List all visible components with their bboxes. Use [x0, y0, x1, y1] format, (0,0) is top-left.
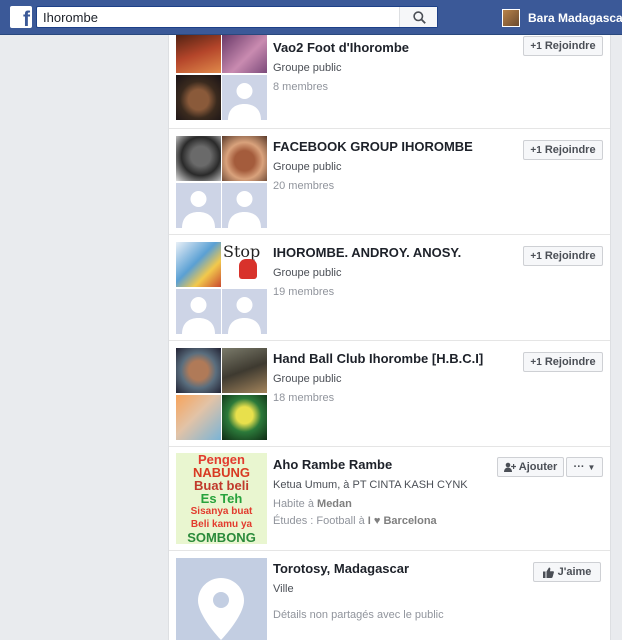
search-button[interactable]: [399, 7, 437, 27]
avatar-placeholder: [222, 183, 267, 228]
user-name: Bara Madagascar: [528, 11, 622, 25]
join-icon: +1: [530, 356, 542, 368]
join-button[interactable]: +1 Rejoindre: [523, 140, 603, 160]
member-photo: [222, 35, 267, 73]
stop-text: Stop: [223, 242, 261, 261]
result-title[interactable]: FACEBOOK GROUP IHOROMBE: [273, 139, 473, 154]
result-subtitle: Ketua Umum, à PT CINTA KASH CYNK: [273, 479, 468, 491]
member-photo: [222, 395, 267, 440]
picture-text: Pengen NABUNG Buat beli Es Teh Sisanya b…: [187, 453, 256, 544]
group-thumbnail[interactable]: [176, 35, 267, 120]
avatar: [502, 9, 520, 27]
thumbs-up-icon: [542, 567, 554, 578]
group-thumbnail[interactable]: [176, 348, 267, 440]
list-item: Hand Ball Club Ihorombe [H.B.C.I] Groupe…: [169, 341, 610, 447]
member-count: 8 membres: [273, 81, 329, 93]
member-photo: [176, 242, 221, 287]
group-thumbnail[interactable]: Stop: [176, 242, 267, 334]
result-subtitle: Groupe public: [273, 267, 342, 279]
like-button[interactable]: J'aime: [533, 562, 601, 582]
add-friend-icon: [503, 462, 516, 472]
caret-down-icon: ▼: [587, 462, 596, 472]
facebook-logo-icon[interactable]: f: [10, 6, 32, 28]
more-options-button[interactable]: ··· ▼: [566, 457, 603, 477]
list-item: Vao2 Foot d'Ihorombe Groupe public 8 mem…: [169, 35, 610, 129]
list-item: Pengen NABUNG Buat beli Es Teh Sisanya b…: [169, 447, 610, 551]
member-photo: [222, 136, 267, 181]
add-friend-button[interactable]: Ajouter: [497, 457, 564, 477]
search-icon: [413, 11, 426, 24]
member-photo: Stop: [222, 242, 267, 287]
avatar-placeholder: [176, 183, 221, 228]
join-icon: +1: [530, 40, 542, 52]
result-subtitle: Groupe public: [273, 62, 342, 74]
join-icon: +1: [530, 250, 542, 262]
lives-in: Habite à Medan: [273, 498, 352, 510]
result-title[interactable]: Vao2 Foot d'Ihorombe: [273, 40, 409, 55]
result-title[interactable]: IHOROMBE. ANDROY. ANOSY.: [273, 245, 461, 260]
member-count: 20 membres: [273, 180, 335, 192]
result-subtitle: Groupe public: [273, 373, 342, 385]
join-button[interactable]: +1 Rejoindre: [523, 246, 603, 266]
result-subtitle: Groupe public: [273, 161, 342, 173]
search-box: [36, 6, 438, 28]
member-photo: [176, 75, 221, 120]
top-bar: f Bara Madagascar: [0, 0, 622, 35]
avatar-placeholder: [222, 289, 267, 334]
result-title[interactable]: Torotosy, Madagascar: [273, 561, 444, 576]
join-icon: +1: [530, 144, 542, 156]
location-pin-icon: [198, 578, 244, 640]
avatar-placeholder: [176, 289, 221, 334]
member-photo: [176, 35, 221, 73]
red-hand: [239, 259, 257, 279]
lives-in-link[interactable]: Medan: [317, 498, 352, 510]
result-title[interactable]: Hand Ball Club Ihorombe [H.B.C.I]: [273, 351, 483, 366]
search-results: Vao2 Foot d'Ihorombe Groupe public 8 mem…: [168, 35, 611, 640]
list-item: Stop IHOROMBE. ANDROY. ANOSY. Groupe pub…: [169, 235, 610, 341]
result-subtitle: Ville: [273, 583, 294, 595]
member-photo: [222, 348, 267, 393]
result-title[interactable]: Aho Rambe Rambe: [273, 457, 468, 472]
user-profile-link[interactable]: Bara Madagascar: [502, 8, 622, 28]
avatar-placeholder: [222, 75, 267, 120]
member-count: 19 membres: [273, 286, 335, 298]
studies-link[interactable]: I ♥ Barcelona: [368, 515, 437, 527]
profile-picture[interactable]: Pengen NABUNG Buat beli Es Teh Sisanya b…: [176, 453, 267, 544]
member-photo: [176, 348, 221, 393]
group-thumbnail[interactable]: [176, 136, 267, 228]
member-count: 18 membres: [273, 392, 335, 404]
search-input[interactable]: [37, 7, 397, 27]
studies: Études : Football à I ♥ Barcelona: [273, 515, 437, 527]
list-item: Torotosy, Madagascar Ville Détails non p…: [169, 551, 610, 640]
privacy-note: Détails non partagés avec le public: [273, 609, 444, 621]
place-thumbnail[interactable]: [176, 558, 267, 640]
member-photo: [176, 395, 221, 440]
join-button[interactable]: +1 Rejoindre: [523, 36, 603, 56]
list-item: FACEBOOK GROUP IHOROMBE Groupe public 20…: [169, 129, 610, 235]
member-photo: [176, 136, 221, 181]
join-button[interactable]: +1 Rejoindre: [523, 352, 603, 372]
